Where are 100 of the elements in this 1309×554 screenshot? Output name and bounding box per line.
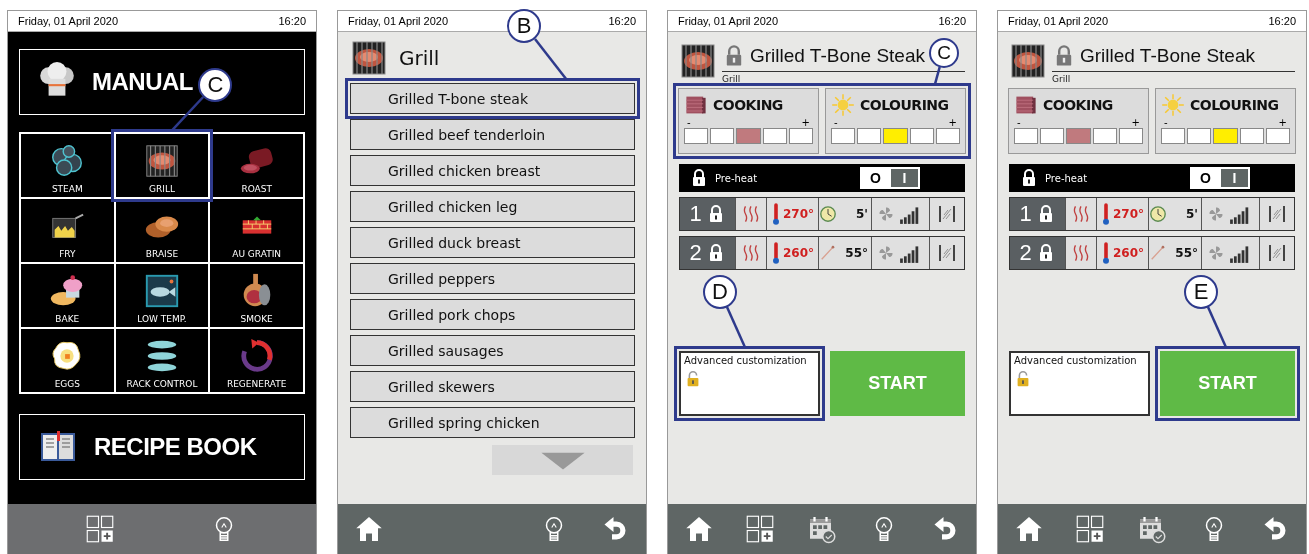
- mode-tile[interactable]: LOW TEMP.: [115, 264, 209, 327]
- phase-row[interactable]: 2 260° 55°: [679, 236, 965, 270]
- level-segment[interactable]: [1161, 128, 1186, 144]
- clock-time: 16:20: [1268, 15, 1296, 27]
- setting-label: COLOURING: [860, 97, 949, 113]
- recipe-list-item[interactable]: Grilled sausages: [350, 335, 635, 366]
- recipe-list-item[interactable]: Grilled peppers: [350, 263, 635, 294]
- grid-plus-icon[interactable]: [1075, 514, 1106, 544]
- level-segment[interactable]: [684, 128, 709, 144]
- advanced-customization-box[interactable]: Advanced customization: [1009, 350, 1150, 416]
- leader-line: [725, 305, 747, 348]
- fan-icon: [1207, 206, 1224, 222]
- level-segment[interactable]: [1040, 128, 1065, 144]
- tile-label: BAKE: [55, 314, 80, 324]
- clock-time: 16:20: [938, 15, 966, 27]
- recipe-list-item[interactable]: Grilled beef tenderloin: [350, 119, 635, 150]
- tile-label: GRILL: [149, 184, 175, 194]
- leader-line: [1206, 305, 1228, 348]
- mode-tile[interactable]: BRAISE: [115, 199, 209, 262]
- setting-label: COOKING: [713, 97, 783, 113]
- tile-label: AU GRATIN: [232, 249, 282, 259]
- recipe-list-item[interactable]: Grilled spring chicken: [350, 407, 635, 438]
- level-segment[interactable]: [1118, 128, 1143, 144]
- level-segment[interactable]: [935, 128, 960, 144]
- mode-tile[interactable]: AU GRATIN: [210, 199, 303, 262]
- tile-label: BRAISE: [145, 249, 179, 259]
- level-segment[interactable]: [1239, 128, 1264, 144]
- tile-label: ROAST: [241, 184, 272, 194]
- fan-icon: [877, 245, 894, 261]
- level-segment[interactable]: [762, 128, 787, 144]
- thermometer-icon: [770, 241, 781, 265]
- phase-number: 2: [689, 240, 702, 266]
- recipe-title: Grilled T-Bone Steak: [1080, 45, 1255, 67]
- temperature-value: 270°: [782, 207, 815, 221]
- mode-tile[interactable]: EGGS: [21, 329, 114, 392]
- clock-time: 16:20: [608, 15, 636, 27]
- level-segment[interactable]: [909, 128, 934, 144]
- thermometer-icon: [1100, 202, 1111, 226]
- phase-row[interactable]: 1 270° 5': [1009, 197, 1295, 231]
- recipe-book-button[interactable]: RECIPE BOOK: [19, 414, 305, 480]
- plus-label: +: [1278, 117, 1287, 128]
- probe-icon: [1149, 244, 1167, 262]
- level-segment[interactable]: [831, 128, 856, 144]
- level-segment[interactable]: [1213, 128, 1238, 144]
- temperature-value: 260°: [1112, 246, 1145, 260]
- advanced-label: Advanced customization: [1014, 354, 1138, 366]
- mode-tile[interactable]: ROAST: [210, 134, 303, 197]
- level-segment[interactable]: [788, 128, 813, 144]
- leader-line: [170, 96, 206, 131]
- phase-row[interactable]: 1 270° 5': [679, 197, 965, 231]
- level-segment[interactable]: [710, 128, 735, 144]
- date-text: Friday, 01 April 2020: [348, 15, 449, 27]
- level-segment[interactable]: [1014, 128, 1039, 144]
- sun-icon: [831, 93, 855, 117]
- level-segment[interactable]: [1187, 128, 1212, 144]
- leader-line: [532, 38, 568, 80]
- minus-label: -: [1164, 117, 1168, 128]
- mode-tile[interactable]: STEAM: [21, 134, 114, 197]
- mode-tile[interactable]: FRY: [21, 199, 114, 262]
- date-text: Friday, 01 April 2020: [1008, 15, 1109, 27]
- recipe-list-item[interactable]: Grilled chicken leg: [350, 191, 635, 222]
- grilled-steak-icon: [1008, 41, 1048, 81]
- tile-label: STEAM: [51, 184, 83, 194]
- recipe-list-item[interactable]: Grilled skewers: [350, 371, 635, 402]
- leader-line: [933, 66, 942, 85]
- grilled-steak-icon: [143, 142, 181, 180]
- mode-tile[interactable]: RACK CONTROL: [115, 329, 209, 392]
- mode-tile[interactable]: REGENERATE: [210, 329, 303, 392]
- phase-row[interactable]: 2 260° 55°: [1009, 236, 1295, 270]
- level-segment[interactable]: [857, 128, 882, 144]
- calendar-icon[interactable]: [807, 514, 837, 544]
- temperature-value: 260°: [782, 246, 815, 260]
- level-segment[interactable]: [883, 128, 908, 144]
- thermometer-icon: [1100, 241, 1111, 265]
- setting-label: COOKING: [1043, 97, 1113, 113]
- toggle-switch[interactable]: O I: [860, 167, 920, 189]
- recipe-list-item[interactable]: Grilled T-bone steak: [350, 83, 635, 114]
- level-segment[interactable]: [1265, 128, 1290, 144]
- clock-time: 16:20: [278, 15, 306, 27]
- tile-label: REGENERATE: [226, 379, 287, 389]
- mode-tile[interactable]: GRILL: [115, 134, 209, 197]
- scroll-down-button[interactable]: [492, 445, 633, 475]
- recipe-list-item[interactable]: Grilled chicken breast: [350, 155, 635, 186]
- calendar-icon[interactable]: [1137, 514, 1167, 544]
- mode-tile[interactable]: SMOKE: [210, 264, 303, 327]
- recipe-list-item[interactable]: Grilled duck breast: [350, 227, 635, 258]
- core-temperature-value: 55°: [1175, 246, 1198, 260]
- toggle-switch[interactable]: O I: [1190, 167, 1250, 189]
- grid-plus-icon[interactable]: [745, 514, 776, 544]
- tile-label: FRY: [59, 249, 76, 259]
- level-segment[interactable]: [1092, 128, 1117, 144]
- category-label: Grill: [722, 74, 741, 84]
- category-title: Grill: [399, 45, 440, 70]
- phase-number: 1: [1019, 201, 1032, 227]
- recipe-list-item[interactable]: Grilled pork chops: [350, 299, 635, 330]
- grid-plus-icon[interactable]: [85, 514, 116, 544]
- manual-label: MANUAL: [92, 68, 193, 96]
- tile-label: SMOKE: [240, 314, 273, 324]
- advanced-customization-box[interactable]: Advanced customization: [679, 350, 820, 416]
- mode-tile[interactable]: BAKE: [21, 264, 114, 327]
